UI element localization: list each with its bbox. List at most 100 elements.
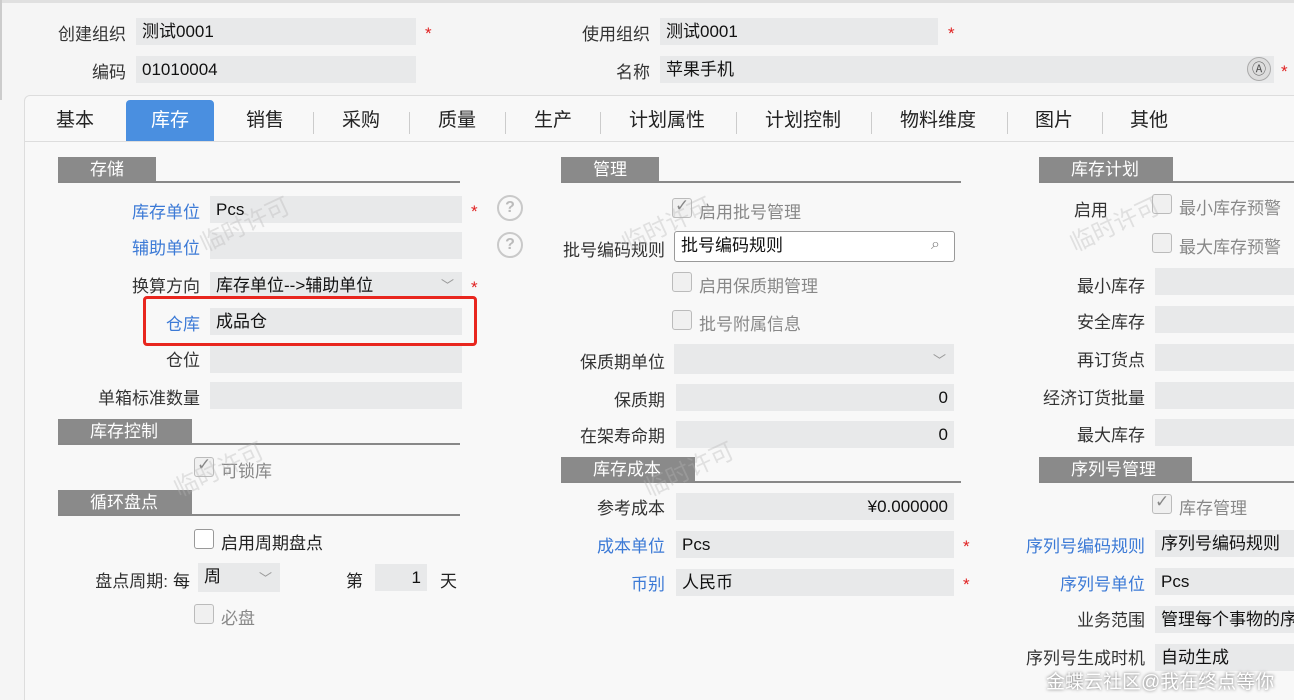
eoq-field[interactable] [1155, 382, 1294, 409]
section-stock-control-title: 库存控制 [58, 419, 192, 445]
aux-unit-label[interactable]: 辅助单位 [100, 234, 200, 259]
serial-unit-label[interactable]: 序列号单位 [990, 570, 1145, 595]
required-mark: * [471, 278, 478, 297]
help-icon[interactable]: ? [497, 232, 523, 258]
footer-credit: 金蝶云社区@我在终点等你 [1046, 672, 1275, 693]
shelf-unit-label: 保质期单位 [580, 353, 665, 372]
section-divider [561, 181, 961, 183]
serial-rule-label[interactable]: 序列号编码规则 [990, 532, 1145, 557]
batch-attach-checkbox[interactable] [672, 310, 692, 330]
business-scope-field[interactable]: 管理每个事物的序 [1155, 606, 1294, 633]
max-alert-checkbox[interactable] [1152, 233, 1172, 253]
shelf-life-label: 保质期 [614, 391, 665, 410]
section-divider [58, 181, 460, 183]
use-org-label: 使用组织 [582, 25, 650, 44]
shelf-life-field[interactable]: 0 [676, 384, 954, 411]
cost-unit-field[interactable]: Pcs [676, 531, 954, 558]
shelf-enable-label: 启用保质期管理 [699, 277, 818, 296]
min-stock-field[interactable] [1155, 268, 1294, 295]
shelf-time-field[interactable]: 0 [676, 421, 954, 448]
max-stock-field[interactable] [1155, 419, 1294, 446]
location-field[interactable] [210, 346, 462, 373]
batch-rule-field[interactable]: 批号编码规则 [674, 231, 955, 262]
enable-cycle-count-label: 启用周期盘点 [221, 534, 323, 553]
help-icon[interactable]: ? [497, 195, 523, 221]
tab-production[interactable]: 生产 [518, 100, 588, 142]
section-divider [58, 443, 460, 445]
aux-unit-field[interactable] [210, 232, 462, 259]
tab-inventory[interactable]: 库存 [126, 100, 214, 142]
tab-purchase[interactable]: 采购 [326, 100, 396, 142]
tab-basic[interactable]: 基本 [40, 100, 110, 142]
chevron-down-icon: ﹀ [933, 353, 947, 368]
required-mark: * [948, 24, 955, 43]
lockable-label: 可锁库 [221, 462, 272, 481]
nth-field[interactable]: 1 [375, 564, 427, 591]
conv-dir-label: 换算方向 [132, 277, 200, 296]
serial-stock-mgmt-checkbox[interactable] [1152, 492, 1172, 514]
safety-stock-field[interactable] [1155, 306, 1294, 333]
batch-enable-label: 启用批号管理 [699, 203, 801, 222]
ref-cost-label: 参考成本 [597, 499, 665, 518]
batch-enable-checkbox[interactable] [672, 196, 692, 218]
name-field[interactable]: 苹果手机 [660, 56, 1274, 83]
shelf-time-label: 在架寿命期 [580, 427, 665, 446]
ref-cost-field[interactable]: ¥0.000000 [676, 493, 954, 520]
reorder-point-label: 再订货点 [1077, 351, 1145, 370]
multilang-icon[interactable]: Ⓐ [1247, 57, 1271, 81]
required-mark: * [1281, 62, 1288, 81]
batch-attach-label: 批号附属信息 [699, 315, 801, 334]
tab-sales[interactable]: 销售 [230, 100, 300, 142]
lockable-checkbox[interactable] [194, 455, 214, 477]
search-icon[interactable]: ⌕ [931, 236, 940, 254]
tab-quality[interactable]: 质量 [422, 100, 492, 142]
tab-plan-control[interactable]: 计划控制 [748, 100, 858, 142]
code-field[interactable]: 01010004 [136, 56, 416, 83]
section-stock-plan-title: 库存计划 [1039, 157, 1173, 183]
every-label: 每 [173, 572, 190, 591]
stock-unit-label[interactable]: 库存单位 [100, 198, 200, 223]
tab-divider [505, 112, 506, 134]
required-mark: * [963, 537, 970, 556]
name-label: 名称 [616, 63, 650, 82]
section-serial-title: 序列号管理 [1039, 457, 1192, 483]
tab-image[interactable]: 图片 [1019, 100, 1089, 142]
stock-unit-field[interactable]: Pcs [210, 196, 462, 223]
use-org-field[interactable]: 测试0001 [660, 18, 938, 45]
tab-other[interactable]: 其他 [1114, 100, 1184, 142]
create-org-label: 创建组织 [58, 25, 126, 44]
conv-dir-select[interactable]: 库存单位-->辅助单位 [210, 272, 462, 299]
chevron-down-icon: ﹀ [441, 278, 455, 293]
box-qty-label: 单箱标准数量 [98, 389, 200, 408]
section-divider [561, 481, 961, 483]
tab-underline [24, 141, 1294, 142]
section-cycle-count-title: 循环盘点 [58, 490, 192, 516]
serial-unit-field[interactable]: Pcs [1155, 568, 1294, 595]
serial-stock-mgmt-label: 库存管理 [1179, 499, 1247, 518]
max-stock-label: 最大库存 [1077, 426, 1145, 445]
chevron-down-icon: ﹀ [259, 571, 273, 586]
section-storage-title: 存储 [58, 157, 156, 183]
cost-unit-label[interactable]: 成本单位 [540, 532, 665, 557]
tab-plan-attr[interactable]: 计划属性 [612, 100, 722, 142]
box-qty-field[interactable] [210, 382, 462, 409]
code-label: 编码 [92, 63, 126, 82]
tab-divider [1007, 112, 1008, 134]
create-org-field[interactable]: 测试0001 [136, 18, 416, 45]
currency-label[interactable]: 币别 [540, 570, 665, 595]
tab-material-dim[interactable]: 物料维度 [883, 100, 993, 142]
eoq-label: 经济订货批量 [1043, 389, 1145, 408]
shelf-enable-checkbox[interactable] [672, 272, 692, 292]
tab-divider [409, 112, 410, 134]
min-stock-label: 最小库存 [1077, 277, 1145, 296]
min-alert-checkbox[interactable] [1152, 194, 1172, 214]
must-count-checkbox[interactable] [194, 604, 214, 624]
section-divider [58, 514, 460, 516]
shelf-unit-select[interactable] [674, 344, 954, 374]
serial-rule-field[interactable]: 序列号编码规则 [1155, 530, 1294, 557]
reorder-point-field[interactable] [1155, 344, 1294, 371]
enable-cycle-count-checkbox[interactable] [194, 529, 214, 549]
max-alert-label: 最大库存预警 [1179, 238, 1281, 257]
min-alert-label: 最小库存预警 [1179, 199, 1281, 218]
currency-field[interactable]: 人民币 [676, 569, 954, 596]
